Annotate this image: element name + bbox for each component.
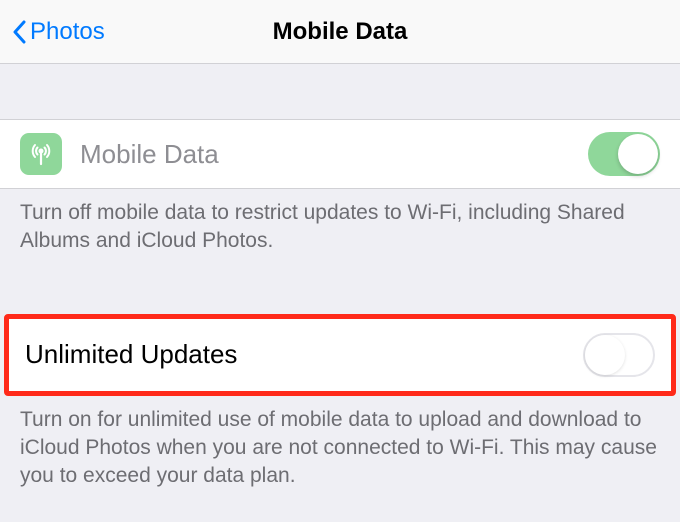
back-label: Photos (30, 18, 105, 46)
mobile-data-footer: Turn off mobile data to restrict updates… (0, 189, 680, 274)
back-button[interactable]: Photos (0, 18, 105, 46)
spacer (0, 274, 680, 314)
mobile-data-label: Mobile Data (80, 139, 588, 170)
spacer (0, 64, 680, 119)
unlimited-updates-row: Unlimited Updates (9, 319, 671, 391)
highlight-box: Unlimited Updates (4, 314, 676, 396)
mobile-data-row: Mobile Data (0, 119, 680, 189)
chevron-left-icon (12, 20, 26, 44)
mobile-data-toggle[interactable] (588, 132, 660, 176)
unlimited-updates-footer: Turn on for unlimited use of mobile data… (0, 396, 680, 509)
toggle-knob (585, 335, 625, 375)
nav-header: Photos Mobile Data (0, 0, 680, 64)
toggle-knob (618, 134, 658, 174)
antenna-icon (20, 133, 62, 175)
unlimited-updates-toggle[interactable] (583, 333, 655, 377)
unlimited-updates-label: Unlimited Updates (25, 339, 583, 370)
